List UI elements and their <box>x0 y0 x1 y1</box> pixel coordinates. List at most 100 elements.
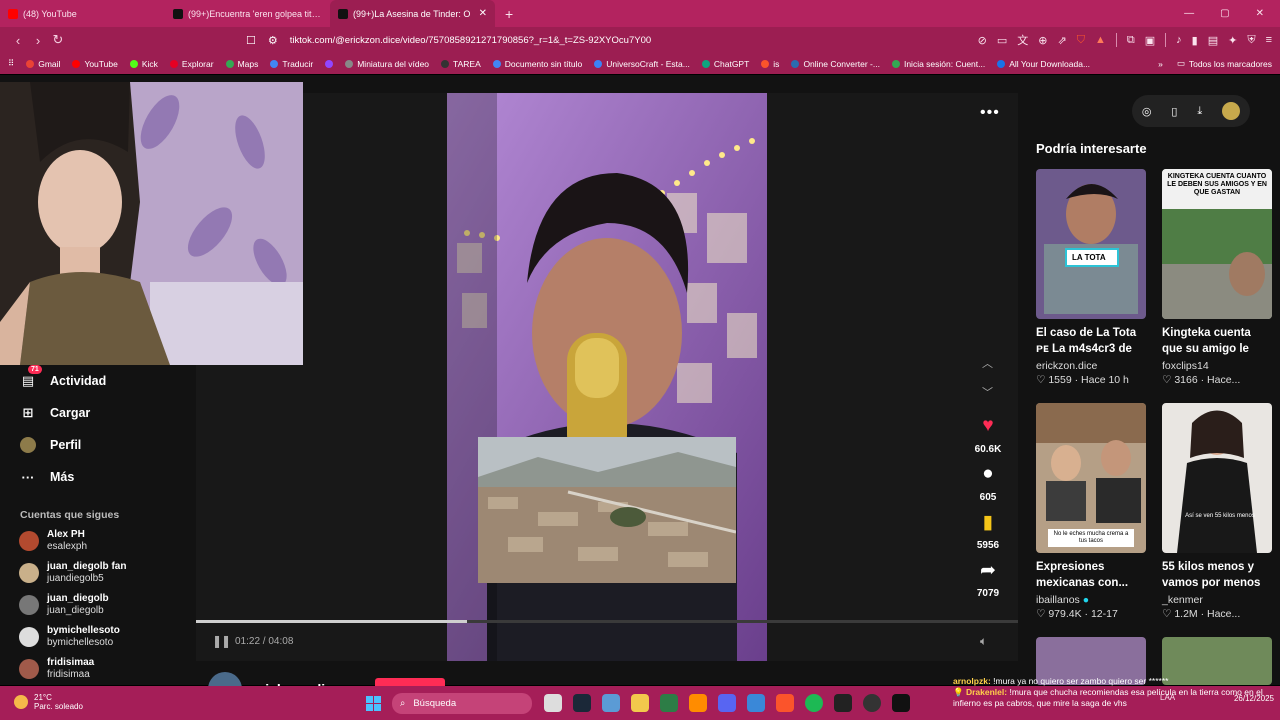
bookmark-item[interactable] <box>325 59 334 68</box>
screen-icon[interactable]: ▭ <box>997 34 1007 47</box>
avatar[interactable] <box>1222 102 1241 120</box>
sidebar-item-mas[interactable]: ··· Más <box>0 461 196 493</box>
phone-icon[interactable]: ▯ <box>1171 105 1177 118</box>
close-window-button[interactable]: ✕ <box>1256 8 1264 19</box>
reload-icon[interactable]: ↻ <box>48 32 68 48</box>
sidebar-item-actividad[interactable]: ▤ 71 Actividad <box>0 365 196 397</box>
progress-bar[interactable] <box>196 620 1018 623</box>
bookmark-item[interactable]: Maps <box>225 59 258 69</box>
recommend-card[interactable]: No le eches mucha crema a tus tacos Expr… <box>1036 403 1148 620</box>
url-field[interactable]: tiktok.com/@erickzon.dice/video/75708589… <box>290 35 651 46</box>
music-icon[interactable]: ♪ <box>1176 34 1182 46</box>
sidebar-item-perfil[interactable]: Perfil <box>0 429 196 461</box>
no-cast-icon[interactable]: ⊘ <box>978 34 987 47</box>
volume-icon[interactable]: 🔈︎ <box>980 634 987 649</box>
following-item[interactable]: bymichellesoto bymichellesoto <box>0 621 196 653</box>
like-button[interactable]: ♥ 60.6K <box>968 415 1008 457</box>
task-view-icon[interactable] <box>544 694 562 712</box>
wallet-icon[interactable]: ▣ <box>1145 34 1155 47</box>
logitech-icon[interactable] <box>892 694 910 712</box>
tab-tiktok-video[interactable]: (99+)La Asesina de Tinder: O ✕ <box>330 0 495 27</box>
translate-icon[interactable]: 文 <box>1017 32 1028 48</box>
chevron-up-icon[interactable]: ︿ <box>982 355 993 371</box>
following-item[interactable]: juan_diegolb juan_diegolb <box>0 589 196 621</box>
reading-icon[interactable]: ▤ <box>1208 34 1218 47</box>
brave-icon[interactable] <box>776 694 794 712</box>
maximize-button[interactable]: ▢ <box>1220 8 1229 19</box>
following-item[interactable]: Alex PH esalexph <box>0 525 196 557</box>
card-overlay-text: LA TOTA <box>1072 253 1106 262</box>
ai-icon[interactable]: ✦ <box>1228 34 1237 47</box>
taskbar-search[interactable]: ⌕ Búsqueda <box>392 693 532 714</box>
tab-youtube[interactable]: (48) YouTube <box>0 0 165 27</box>
bookmark-item[interactable]: Miniatura del vídeo <box>345 59 429 69</box>
bookmark-item[interactable]: Documento sin título <box>492 59 582 69</box>
vpn-icon[interactable]: ⛨ <box>1247 34 1255 47</box>
rewards-icon[interactable]: ▲ <box>1095 34 1106 46</box>
following-item[interactable]: juan_diegolb fan juandiegolb5 <box>0 557 196 589</box>
minimize-button[interactable]: — <box>1184 8 1194 19</box>
bookmark-item[interactable]: is <box>761 59 779 69</box>
video-player[interactable] <box>447 93 767 661</box>
search-icon: ⌕ <box>400 698 406 709</box>
bookmark-item[interactable]: Explorar <box>169 59 214 69</box>
sidebar-icon[interactable]: ▮ <box>1192 34 1198 47</box>
forward-icon[interactable]: › <box>28 33 48 48</box>
address-bar: ‹ › ↻ ☐ ⚙ tiktok.com/@erickzon.dice/vide… <box>0 27 1280 53</box>
mail-icon[interactable] <box>747 694 765 712</box>
recommend-card[interactable]: LA TOTA El caso de La Tota ᴘᴇ La m4s4cr3… <box>1036 169 1148 386</box>
weather-widget[interactable]: 21°C Parc. soleado <box>14 693 83 711</box>
explorer-icon[interactable] <box>631 694 649 712</box>
save-button[interactable]: ▮ 5956 <box>968 511 1008 553</box>
bookmark-item[interactable]: Kick <box>129 59 158 69</box>
chevron-down-icon[interactable]: ﹀ <box>982 384 993 400</box>
zoom-icon[interactable]: ⊕ <box>1038 34 1047 47</box>
site-info-icon[interactable]: ⚙ <box>268 34 278 47</box>
obs-icon[interactable] <box>863 694 881 712</box>
more-options-icon[interactable]: ••• <box>980 104 1000 122</box>
pause-icon[interactable]: ❚❚ <box>212 634 231 648</box>
following-item[interactable]: fridisimaa fridisimaa <box>0 653 196 685</box>
download-icon[interactable]: ⤓ <box>1197 105 1202 118</box>
brave-shield-icon[interactable]: ⛉ <box>1077 34 1085 47</box>
close-tab-icon[interactable]: ✕ <box>479 8 487 19</box>
bookmark-item[interactable]: Online Converter -... <box>791 59 880 69</box>
share-icon[interactable]: ⇗ <box>1058 34 1067 47</box>
bookmark-item[interactable]: ChatGPT <box>701 59 749 69</box>
comment-icon: ● <box>982 463 994 484</box>
spotify-icon[interactable] <box>805 694 823 712</box>
apps-icon[interactable]: ⠿ <box>8 58 14 69</box>
bookmark-item[interactable]: Inicia sesión: Cuent... <box>891 59 985 69</box>
compass-icon[interactable]: ◎ <box>1142 105 1152 118</box>
copilot-icon[interactable] <box>602 694 620 712</box>
bookmark-item[interactable]: TAREA <box>441 59 481 69</box>
recommend-card[interactable]: KINGTEKA CUENTA CUANTO LE DEBEN SUS AMIG… <box>1162 169 1274 386</box>
bookmark-item[interactable]: Gmail <box>26 59 60 69</box>
bookmark-item[interactable]: UniversoCraft - Esta... <box>594 59 690 69</box>
steam-icon[interactable] <box>573 694 591 712</box>
all-bookmarks[interactable]: ▭ Todos los marcadores <box>1177 58 1272 69</box>
discord-icon[interactable] <box>718 694 736 712</box>
recommend-card[interactable]: Así se ven 55 kilos menos 55 kilos menos… <box>1162 403 1274 620</box>
back-icon[interactable]: ‹ <box>8 33 28 48</box>
app-icon[interactable] <box>660 694 678 712</box>
comment-button[interactable]: ● 605 <box>968 463 1008 505</box>
card-author: ibaillanos ● <box>1036 594 1090 606</box>
start-button[interactable] <box>366 696 381 711</box>
app-icon[interactable] <box>689 694 707 712</box>
new-tab-button[interactable]: + <box>495 6 523 22</box>
bookmark-item[interactable]: YouTube <box>72 59 118 69</box>
sidebar-item-cargar[interactable]: ⊞ Cargar <box>0 397 196 429</box>
card-thumbnail: Así se ven 55 kilos menos <box>1162 403 1272 553</box>
menu-icon[interactable]: ≡ <box>1266 34 1272 46</box>
bookmark-item[interactable]: All Your Downloada... <box>997 59 1090 69</box>
tab-tiktok-search[interactable]: (99+)Encuentra 'eren golpea titan m <box>165 0 330 27</box>
share-button[interactable]: ➦ 7079 <box>968 559 1008 601</box>
bookmark-icon[interactable]: ☐ <box>246 34 256 47</box>
app-icon[interactable] <box>834 694 852 712</box>
more-bookmarks-icon[interactable]: » <box>1158 59 1163 69</box>
extensions-icon[interactable]: ⧉ <box>1127 34 1135 47</box>
folder-icon: ▭ <box>1176 58 1185 68</box>
top-actions: ◎ ▯ ⤓ <box>1132 95 1250 127</box>
bookmark-item[interactable]: Traducir <box>270 59 313 69</box>
